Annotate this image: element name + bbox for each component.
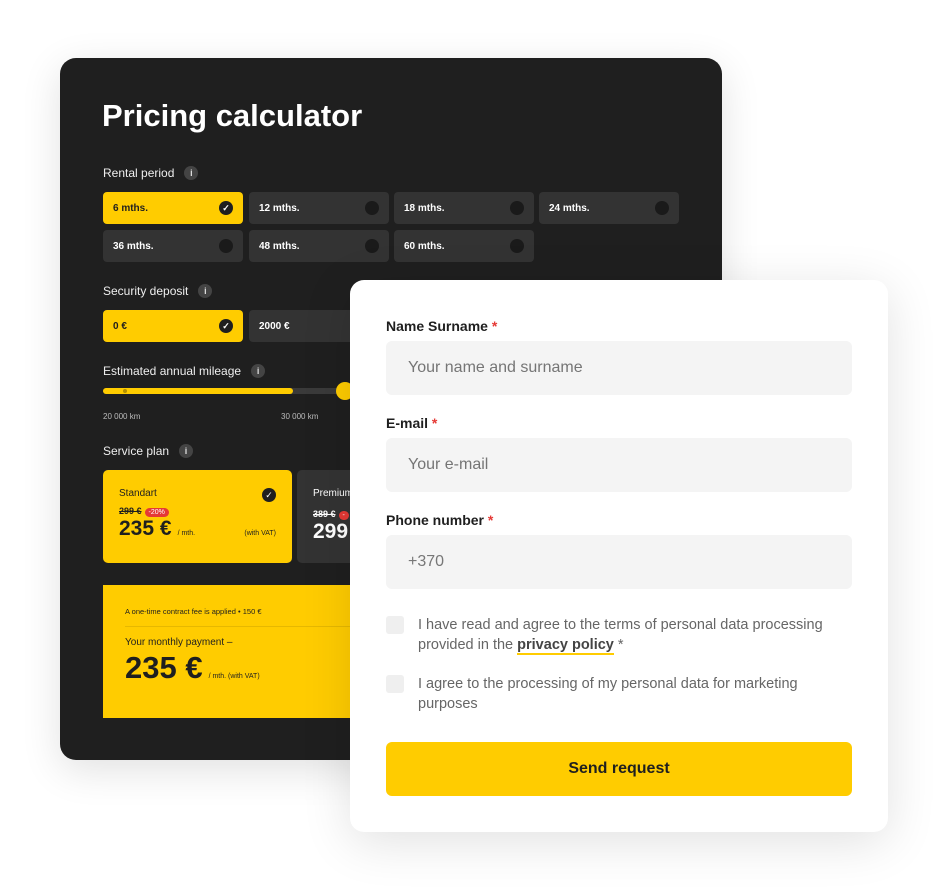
label-text: Rental period xyxy=(103,166,175,180)
option-label: 12 mths. xyxy=(259,202,300,214)
rental-option-36[interactable]: 36 mths. xyxy=(103,230,243,262)
phone-input[interactable] xyxy=(386,535,852,589)
plan-price: 235 € xyxy=(119,517,172,540)
radio-icon xyxy=(510,239,524,253)
label-text: Name Surname xyxy=(386,318,488,334)
marketing-consent-text: I agree to the processing of my personal… xyxy=(418,676,798,712)
fee-value: 150 € xyxy=(242,607,262,616)
slider-fill xyxy=(103,388,293,394)
send-request-button[interactable]: Send request xyxy=(386,742,852,796)
label-text: Service plan xyxy=(103,444,170,458)
monthly-payment-label: Your monthly payment – xyxy=(125,637,233,648)
radio-icon xyxy=(655,201,669,215)
required-marker: * xyxy=(491,318,498,334)
privacy-policy-link[interactable]: privacy policy xyxy=(517,637,614,655)
option-label: 18 mths. xyxy=(404,202,445,214)
plan-old-price-row: 299 € -20% xyxy=(119,506,276,517)
discount-badge: -20% xyxy=(144,508,169,517)
label-text: Estimated annual mileage xyxy=(103,364,242,378)
check-icon: ✓ xyxy=(219,201,233,215)
label-text: Security deposit xyxy=(103,284,189,298)
option-label: 60 mths. xyxy=(404,240,445,252)
option-label: 2000 € xyxy=(259,320,290,332)
label-text: Phone number xyxy=(386,512,485,528)
old-price: 299 € xyxy=(119,506,142,516)
required-marker: * xyxy=(431,415,438,431)
plan-header: Standart ✓ xyxy=(119,488,276,502)
security-deposit-label: Security deposit i xyxy=(103,284,213,298)
radio-icon xyxy=(365,201,379,215)
service-plan-label: Service plan i xyxy=(103,444,194,458)
plan-standart[interactable]: Standart ✓ 299 € -20% 235 € / mth. (with VAT… xyxy=(103,470,292,563)
monthly-payment-row: 235 € / mth. (with VAT) xyxy=(125,650,381,686)
marketing-consent-checkbox[interactable] xyxy=(386,675,404,693)
price-unit: / mth. xyxy=(177,530,196,537)
radio-icon xyxy=(510,201,524,215)
info-icon[interactable]: i xyxy=(251,364,266,378)
request-form: Name Surname * E-mail * Phone number * I… xyxy=(350,280,888,832)
name-input[interactable] xyxy=(386,341,852,395)
slider-tick xyxy=(123,389,127,393)
privacy-consent-text: I have read and agree to the terms of pe… xyxy=(418,615,848,655)
name-label: Name Surname * xyxy=(386,318,497,334)
phone-label: Phone number * xyxy=(386,512,493,528)
mileage-tick-label: 20 000 km xyxy=(103,412,141,421)
required-marker: * xyxy=(613,637,624,653)
mileage-label: Estimated annual mileage i xyxy=(103,364,266,378)
required-marker: * xyxy=(487,512,494,528)
rental-option-12[interactable]: 12 mths. xyxy=(249,192,389,224)
page-title: Pricing calculator xyxy=(102,98,363,133)
fee-separator: • xyxy=(238,607,241,616)
option-label: 36 mths. xyxy=(113,240,154,252)
rental-option-6[interactable]: 6 mths. ✓ xyxy=(103,192,243,224)
email-input[interactable] xyxy=(386,438,852,492)
monthly-payment-value: 235 € xyxy=(125,650,203,685)
option-label: 24 mths. xyxy=(549,202,590,214)
check-icon: ✓ xyxy=(262,488,276,502)
info-icon[interactable]: i xyxy=(184,166,199,180)
privacy-consent-checkbox[interactable] xyxy=(386,616,404,634)
plan-price-row: 235 € / mth. (with VAT) xyxy=(119,517,276,541)
radio-icon xyxy=(365,239,379,253)
option-label: 6 mths. xyxy=(113,202,149,214)
contract-fee-note: A one-time contract fee is applied • 150… xyxy=(125,607,381,627)
email-label: E-mail * xyxy=(386,415,437,431)
rental-option-18[interactable]: 18 mths. xyxy=(394,192,534,224)
deposit-option-0[interactable]: 0 € ✓ xyxy=(103,310,243,342)
option-label: 0 € xyxy=(113,320,127,332)
rental-option-60[interactable]: 60 mths. xyxy=(394,230,534,262)
mileage-tick-label: 30 000 km xyxy=(281,412,319,421)
discount-badge: - xyxy=(338,511,349,520)
info-icon[interactable]: i xyxy=(198,284,213,298)
radio-icon xyxy=(219,239,233,253)
info-icon[interactable]: i xyxy=(179,444,194,458)
monthly-payment-unit: / mth. (with VAT) xyxy=(208,673,260,680)
check-icon: ✓ xyxy=(219,319,233,333)
plan-name: Standart xyxy=(119,488,157,499)
old-price: 389 € xyxy=(313,509,336,519)
label-text: E-mail xyxy=(386,415,429,431)
rental-option-48[interactable]: 48 mths. xyxy=(249,230,389,262)
vat-note: (with VAT) xyxy=(244,530,276,537)
rental-option-24[interactable]: 24 mths. xyxy=(539,192,679,224)
rental-period-label: Rental period i xyxy=(103,166,199,180)
fee-text: A one-time contract fee is applied xyxy=(125,607,236,616)
option-label: 48 mths. xyxy=(259,240,300,252)
